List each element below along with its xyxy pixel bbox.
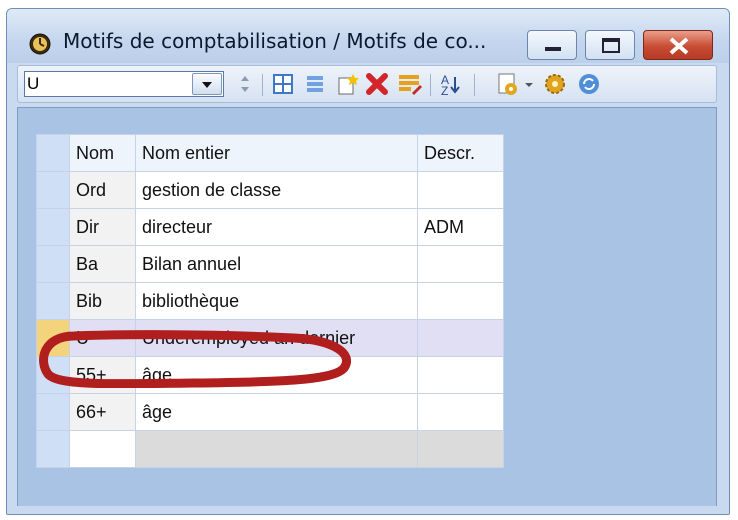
row-selector-current[interactable] [36,319,70,357]
cell-nom-entier[interactable]: directeur [135,208,418,246]
cell-descr[interactable]: ADM [417,208,504,246]
cell-descr-new[interactable] [417,430,504,468]
table-row[interactable]: Ba Bilan annuel [36,245,504,283]
column-header-nom-entier[interactable]: Nom entier [135,134,418,172]
cell-nom[interactable]: Bib [69,282,136,320]
row-selector[interactable] [36,171,70,209]
dropdown-icon[interactable] [522,71,536,97]
document-icon[interactable] [494,71,520,97]
toolbar: AZ [17,65,717,103]
spin-icon[interactable] [232,71,258,97]
filter-input[interactable] [27,73,187,95]
cell-nom[interactable]: U [69,319,136,357]
row-selector[interactable] [36,282,70,320]
filter-combobox[interactable] [24,71,224,97]
cell-nom-entier[interactable]: âge [135,356,418,394]
clock-icon [29,33,51,55]
row-selector[interactable] [36,245,70,283]
cell-nom-entier-new[interactable] [135,430,418,468]
cell-descr[interactable] [417,171,504,209]
data-table: Nom Nom entier Descr. Ord gestion de cla… [36,134,504,468]
row-selector[interactable] [36,430,70,468]
list-icon[interactable] [302,71,328,97]
window-title: Motifs de comptabilisation / Motifs de c… [63,29,487,53]
cell-nom[interactable]: 55+ [69,356,136,394]
edit-icon[interactable] [396,71,422,97]
settings-icon[interactable] [542,71,568,97]
cell-descr[interactable] [417,393,504,431]
cell-nom-entier[interactable]: Underemployed an dernier [135,319,418,357]
cell-nom-entier[interactable]: gestion de classe [135,171,418,209]
close-button[interactable] [643,30,713,60]
dropdown-icon [202,82,212,88]
cell-nom-entier[interactable]: bibliothèque [135,282,418,320]
sort-icon[interactable]: AZ [438,71,464,97]
table-row[interactable]: Bib bibliothèque [36,282,504,320]
app-window: Motifs de comptabilisation / Motifs de c… [6,8,730,515]
svg-text:Z: Z [441,84,448,97]
filter-dropdown-button[interactable] [192,73,222,95]
title-bar[interactable]: Motifs de comptabilisation / Motifs de c… [7,9,729,63]
toolbar-separator [474,74,475,96]
minimize-icon [545,47,561,51]
data-panel: Nom Nom entier Descr. Ord gestion de cla… [17,107,717,509]
column-header-descr[interactable]: Descr. [417,134,504,172]
window-bottom-border [7,506,729,514]
cell-nom-entier[interactable]: âge [135,393,418,431]
toolbar-separator [262,74,263,96]
minimize-button[interactable] [527,30,577,60]
cell-nom-new[interactable] [69,430,136,468]
cell-descr[interactable] [417,319,504,357]
table-row-current[interactable]: U Underemployed an dernier [36,319,504,357]
table-row[interactable]: 66+ âge [36,393,504,431]
cell-nom[interactable]: Dir [69,208,136,246]
column-header-nom[interactable]: Nom [69,134,136,172]
row-selector-header[interactable] [36,134,70,172]
cell-nom[interactable]: Ba [69,245,136,283]
row-selector[interactable] [36,356,70,394]
cell-descr[interactable] [417,245,504,283]
cell-nom[interactable]: 66+ [69,393,136,431]
cell-descr[interactable] [417,356,504,394]
maximize-button[interactable] [585,30,635,60]
table-row-new[interactable] [36,430,504,468]
table-row[interactable]: 55+ âge [36,356,504,394]
table-row[interactable]: Dir directeur ADM [36,208,504,246]
cell-nom[interactable]: Ord [69,171,136,209]
table-header-row: Nom Nom entier Descr. [36,134,504,172]
new-icon[interactable] [334,71,360,97]
toolbar-separator [430,74,431,96]
cell-nom-entier[interactable]: Bilan annuel [135,245,418,283]
delete-icon[interactable] [364,71,390,97]
close-icon [669,37,689,55]
cell-descr[interactable] [417,282,504,320]
row-selector[interactable] [36,208,70,246]
maximize-icon [602,38,620,53]
refresh-icon[interactable] [576,71,602,97]
row-selector[interactable] [36,393,70,431]
grid-icon[interactable] [270,71,296,97]
table-row[interactable]: Ord gestion de classe [36,171,504,209]
